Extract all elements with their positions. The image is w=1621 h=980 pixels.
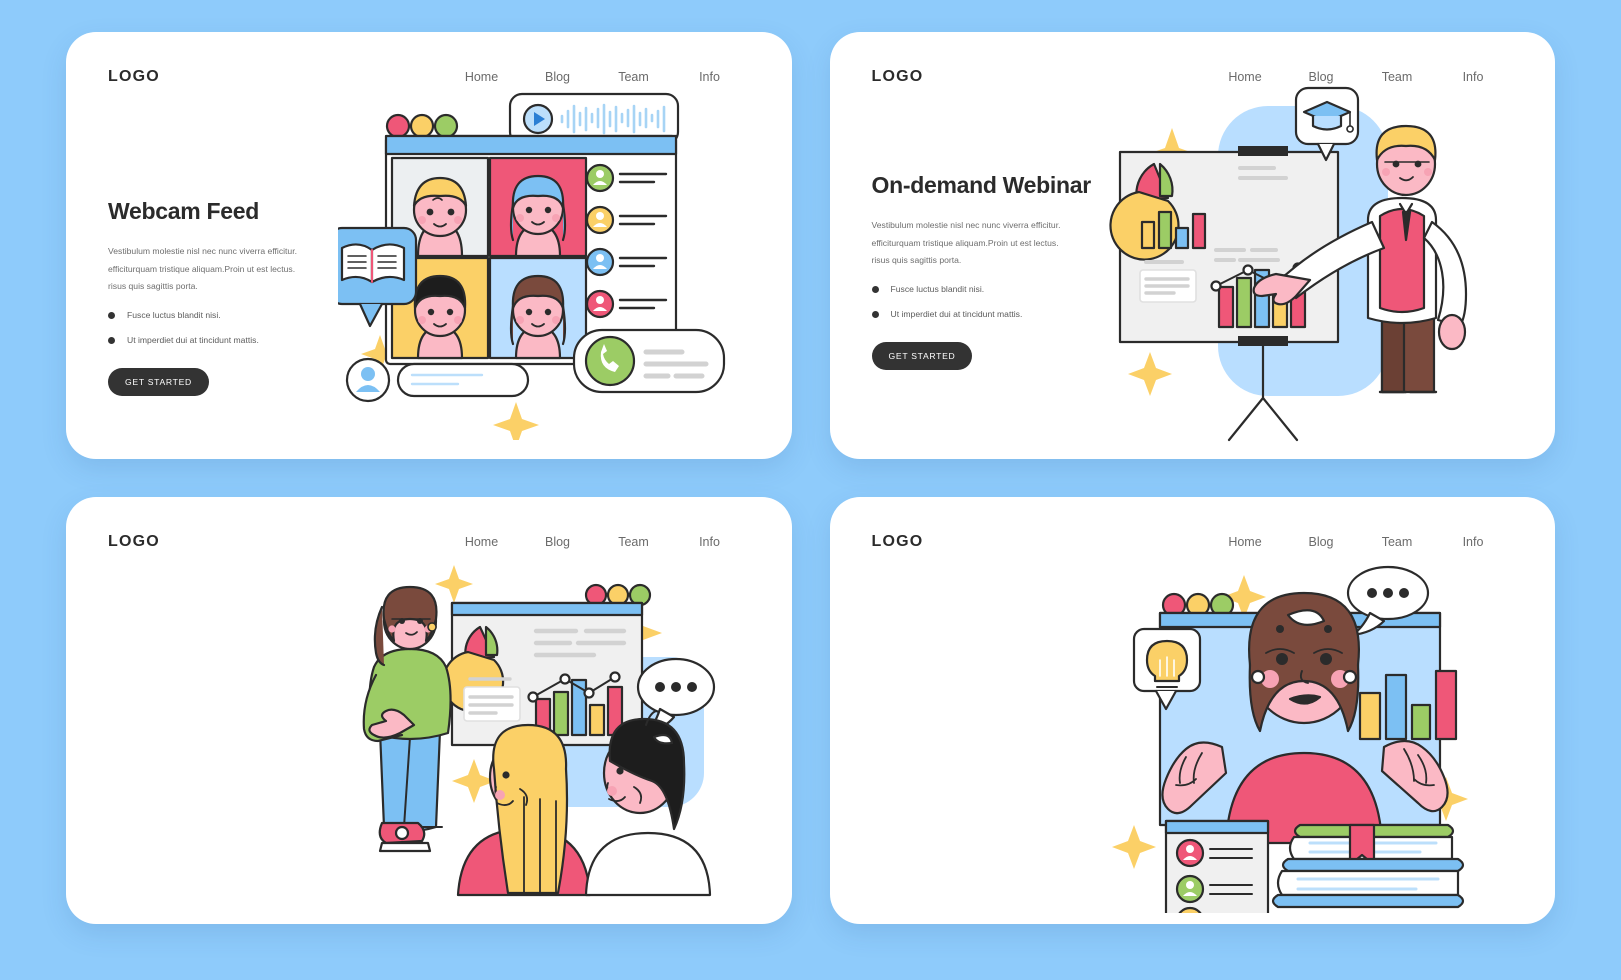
avatar-face-brownhair xyxy=(509,274,567,360)
earring xyxy=(427,622,437,632)
window-dot-yellow xyxy=(409,113,435,139)
window-dot-green xyxy=(433,113,459,139)
illustration-webcam-feed xyxy=(66,32,792,459)
illustration-webinar-platform xyxy=(830,497,1556,924)
panel-webcam-feed: LOGO Home Blog Team Info Webcam Feed Ves… xyxy=(66,32,792,459)
panel-webinar-platform: LOGO Home Blog Team Info Webinar Platfor… xyxy=(829,497,1556,924)
sparkle-icon xyxy=(493,402,539,440)
illustration-webinar xyxy=(66,497,792,924)
avatar-face-blonde xyxy=(412,176,468,258)
participant-list-card xyxy=(1164,819,1269,913)
standing-presenter xyxy=(362,585,452,853)
white-top xyxy=(584,831,712,897)
message-input-bar xyxy=(345,357,530,403)
panel-on-demand-webinar: LOGO Home Blog Team Info On-demand Webin… xyxy=(829,32,1556,459)
sparkle-icon xyxy=(1127,352,1172,396)
panel-webinar: LOGO Home Blog Team Info Webinar Vestibu… xyxy=(66,497,792,924)
call-card xyxy=(572,328,726,394)
illustration-on-demand-webinar xyxy=(830,32,1556,459)
book-stack xyxy=(1271,823,1464,909)
sparkle-icon xyxy=(435,565,473,603)
vest xyxy=(1378,207,1425,314)
window-dot-red xyxy=(385,113,411,139)
earring xyxy=(1250,669,1265,685)
sparkle-icon xyxy=(1111,825,1156,869)
avatar-face-blackhair xyxy=(413,274,467,360)
avatar-face-bluehair xyxy=(509,174,567,258)
landing-page-set: LOGO Home Blog Team Info Webcam Feed Ves… xyxy=(0,0,1621,980)
earring xyxy=(1342,669,1357,685)
